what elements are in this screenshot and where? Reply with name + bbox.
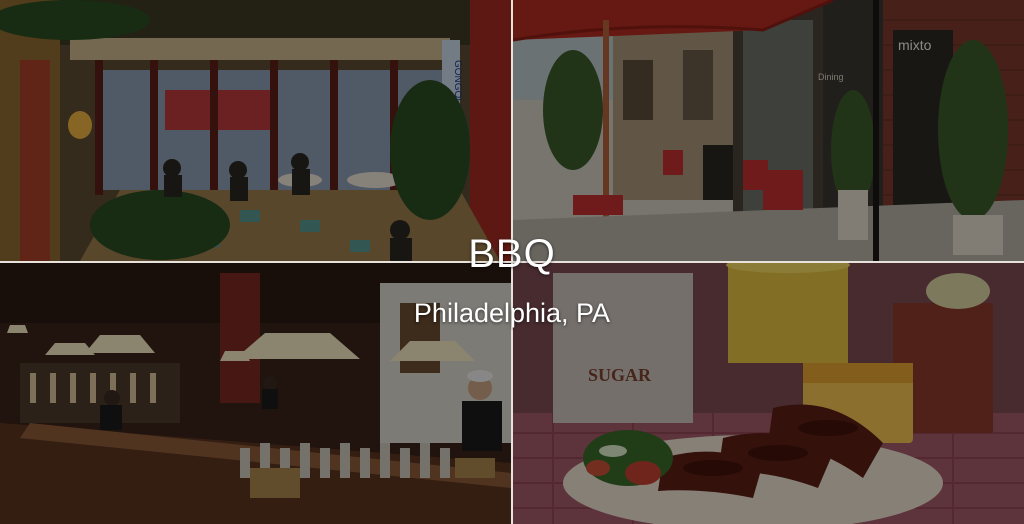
collage-subtitle: Philadelphia, PA [413,298,611,328]
photo-sidewalk-cafe: mixto Dining [513,0,1024,261]
photo-patio-dining: GONGOLIA [0,0,511,261]
sugar-label-text: SUGAR [588,365,652,385]
cafe-sign-text: mixto [898,37,932,53]
cafe-window-text: Dining [818,72,844,82]
collage-title: BBQ [468,232,556,276]
photo-collage: GONGOLIA mixto Dining SUGAR BBQ Philadel… [0,0,1024,524]
